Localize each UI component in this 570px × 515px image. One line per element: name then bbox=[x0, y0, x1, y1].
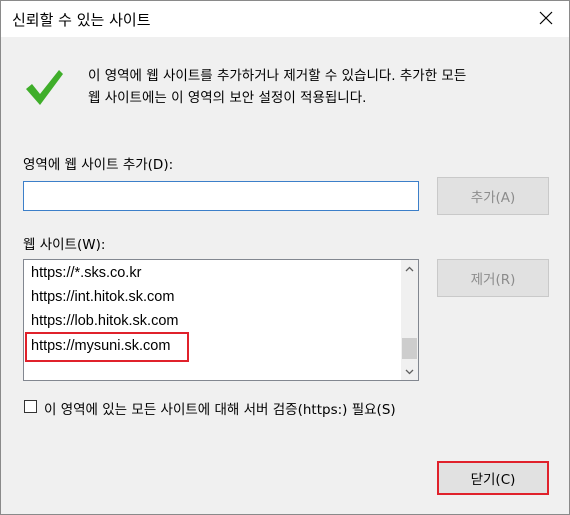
https-checkbox[interactable] bbox=[24, 400, 37, 413]
highlight-box bbox=[25, 332, 189, 362]
close-dialog-button[interactable]: 닫기(C) bbox=[437, 461, 549, 495]
chevron-up-icon bbox=[405, 266, 414, 271]
dialog-content: 이 영역에 웹 사이트를 추가하거나 제거할 수 있습니다. 추가한 모든 웹 … bbox=[1, 37, 569, 514]
scroll-thumb[interactable] bbox=[402, 338, 417, 359]
dialog-title: 신뢰할 수 있는 사이트 bbox=[12, 11, 151, 29]
info-line-1: 이 영역에 웹 사이트를 추가하거나 제거할 수 있습니다. 추가한 모든 bbox=[88, 68, 467, 84]
info-line-2: 웹 사이트에는 이 영역의 보안 설정이 적용됩니다. bbox=[88, 90, 367, 106]
scroll-up-button[interactable] bbox=[401, 260, 418, 277]
list-item[interactable]: https://int.hitok.sk.com bbox=[31, 289, 174, 305]
list-item[interactable]: https://lob.hitok.sk.com bbox=[31, 313, 178, 329]
add-site-input[interactable] bbox=[23, 181, 419, 211]
https-checkbox-label: 이 영역에 있는 모든 사이트에 대해 서버 검증(https:) 필요(S) bbox=[44, 402, 396, 418]
websites-label: 웹 사이트(W): bbox=[23, 237, 106, 253]
checkmark-icon bbox=[26, 70, 63, 105]
add-button[interactable]: 추가(A) bbox=[437, 177, 549, 215]
info-text: 이 영역에 웹 사이트를 추가하거나 제거할 수 있습니다. 추가한 모든 웹 … bbox=[88, 65, 466, 109]
close-icon bbox=[539, 11, 553, 25]
remove-button[interactable]: 제거(R) bbox=[437, 259, 549, 297]
trusted-sites-dialog: 신뢰할 수 있는 사이트 이 영역에 웹 사이트를 추가하거나 제거할 수 있습… bbox=[0, 0, 570, 515]
add-site-label: 영역에 웹 사이트 추가(D): bbox=[23, 157, 174, 173]
chevron-down-icon bbox=[405, 369, 414, 374]
title-bar: 신뢰할 수 있는 사이트 bbox=[1, 1, 569, 37]
close-window-button[interactable] bbox=[523, 1, 569, 35]
scroll-down-button[interactable] bbox=[401, 363, 418, 380]
websites-list[interactable]: https://*.sks.co.kr https://int.hitok.sk… bbox=[23, 259, 419, 381]
list-item[interactable]: https://*.sks.co.kr bbox=[31, 265, 141, 281]
list-scrollbar[interactable] bbox=[401, 260, 418, 380]
